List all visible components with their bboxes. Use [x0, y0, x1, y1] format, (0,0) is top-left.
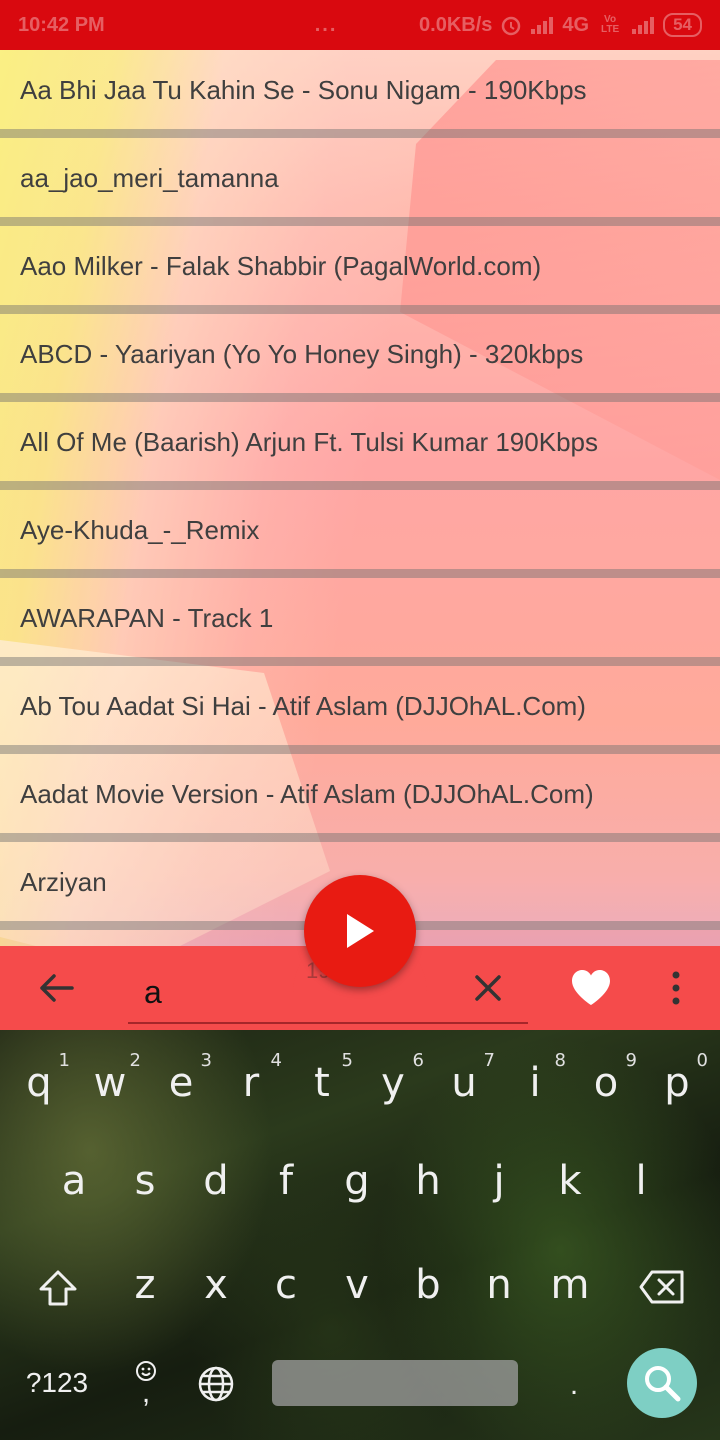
key-u[interactable]: u7: [429, 1038, 499, 1128]
song-title: All Of Me (Baarish) Arjun Ft. Tulsi Kuma…: [20, 426, 598, 457]
network-type: 4G: [562, 13, 590, 36]
play-icon: [347, 914, 374, 948]
song-title: Aa Bhi Jaa Tu Kahin Se - Sonu Nigam - 19…: [20, 74, 587, 105]
period-key[interactable]: .: [554, 1362, 594, 1408]
song-title: Aye-Khuda_-_Remix: [20, 514, 260, 545]
list-item[interactable]: Aao Milker - Falak Shabbir (PagalWorld.c…: [0, 226, 720, 314]
status-bar: 10:42 PM ... 0.0KB/s 4G Vo LTE 54: [0, 0, 720, 50]
key-d[interactable]: d: [181, 1136, 251, 1226]
on-screen-keyboard: q1 w2 e3 r4 t5 y6 u7 i8 o9 p0 a s d f g …: [0, 1030, 720, 1440]
backspace-icon: [639, 1270, 684, 1304]
close-icon: [475, 975, 501, 1001]
network-speed: 0.0KB/s: [419, 13, 493, 36]
alarm-icon: [502, 16, 521, 36]
clear-button[interactable]: [466, 966, 510, 1010]
key-a[interactable]: a: [39, 1136, 109, 1226]
song-title: ABCD - Yaariyan (Yo Yo Honey Singh) - 32…: [20, 338, 584, 369]
key-m[interactable]: m: [535, 1240, 605, 1330]
symbols-key[interactable]: ?123: [14, 1360, 100, 1406]
list-item[interactable]: aa_jao_meri_tamanna: [0, 138, 720, 226]
key-t[interactable]: t5: [287, 1038, 357, 1128]
key-s[interactable]: s: [110, 1136, 180, 1226]
song-list: Aa Bhi Jaa Tu Kahin Se - Sonu Nigam - 19…: [0, 50, 720, 930]
keyboard-search-key[interactable]: [627, 1348, 697, 1418]
key-b[interactable]: b: [393, 1240, 463, 1330]
key-p[interactable]: p0: [642, 1038, 712, 1128]
key-v[interactable]: v: [322, 1240, 392, 1330]
key-w[interactable]: w2: [75, 1038, 145, 1128]
more-options-button[interactable]: [656, 966, 696, 1010]
song-title: Ab Tou Aadat Si Hai - Atif Aslam (DJJOhA…: [20, 690, 586, 721]
key-r[interactable]: r4: [216, 1038, 286, 1128]
more-vertical-icon: [672, 971, 680, 1005]
key-n[interactable]: n: [464, 1240, 534, 1330]
key-f[interactable]: f: [251, 1136, 321, 1226]
key-l[interactable]: l: [606, 1136, 676, 1226]
key-x[interactable]: x: [181, 1240, 251, 1330]
key-o[interactable]: o9: [571, 1038, 641, 1128]
status-dots: ...: [314, 13, 338, 36]
battery-indicator: 54: [663, 13, 702, 37]
key-j[interactable]: j: [464, 1136, 534, 1226]
heart-icon: [572, 970, 610, 1005]
comma-label: ,: [141, 1376, 151, 1409]
key-z[interactable]: z: [110, 1240, 180, 1330]
list-item[interactable]: Aye-Khuda_-_Remix: [0, 490, 720, 578]
status-right: 0.0KB/s 4G Vo LTE 54: [419, 13, 702, 37]
spacebar[interactable]: [272, 1360, 518, 1406]
song-title: aa_jao_meri_tamanna: [20, 162, 279, 193]
language-key[interactable]: [194, 1362, 238, 1406]
song-title: Aadat Movie Version - Atif Aslam (DJJOhA…: [20, 778, 594, 809]
key-e[interactable]: e3: [146, 1038, 216, 1128]
list-item[interactable]: Ab Tou Aadat Si Hai - Atif Aslam (DJJOhA…: [0, 666, 720, 754]
key-k[interactable]: k: [535, 1136, 605, 1226]
shift-icon: [39, 1270, 77, 1306]
song-title: Arziyan: [20, 866, 107, 897]
list-item[interactable]: ABCD - Yaariyan (Yo Yo Honey Singh) - 32…: [0, 314, 720, 402]
back-button[interactable]: [34, 966, 78, 1010]
volte-label: Vo LTE: [601, 14, 620, 35]
signal-icon: [531, 17, 554, 34]
key-y[interactable]: y6: [358, 1038, 428, 1128]
key-h[interactable]: h: [393, 1136, 463, 1226]
signal-icon-2: [632, 17, 655, 34]
play-button[interactable]: [304, 875, 416, 987]
favorite-button[interactable]: [568, 966, 614, 1010]
list-item[interactable]: AWARAPAN - Track 1: [0, 578, 720, 666]
emoji-comma-key[interactable]: ,: [126, 1352, 166, 1412]
globe-icon: [198, 1366, 234, 1402]
key-c[interactable]: c: [251, 1240, 321, 1330]
search-icon: [645, 1366, 681, 1402]
shift-key[interactable]: [30, 1260, 86, 1316]
backspace-key[interactable]: [634, 1262, 690, 1312]
key-i[interactable]: i8: [500, 1038, 570, 1128]
list-item[interactable]: All Of Me (Baarish) Arjun Ft. Tulsi Kuma…: [0, 402, 720, 490]
status-time: 10:42 PM: [18, 13, 105, 36]
song-title: Aao Milker - Falak Shabbir (PagalWorld.c…: [20, 250, 542, 281]
arrow-left-icon: [40, 974, 74, 1002]
key-q[interactable]: q1: [4, 1038, 74, 1128]
list-item[interactable]: Aa Bhi Jaa Tu Kahin Se - Sonu Nigam - 19…: [0, 50, 720, 138]
list-item[interactable]: Aadat Movie Version - Atif Aslam (DJJOhA…: [0, 754, 720, 842]
key-g[interactable]: g: [322, 1136, 392, 1226]
song-title: AWARAPAN - Track 1: [20, 602, 274, 633]
